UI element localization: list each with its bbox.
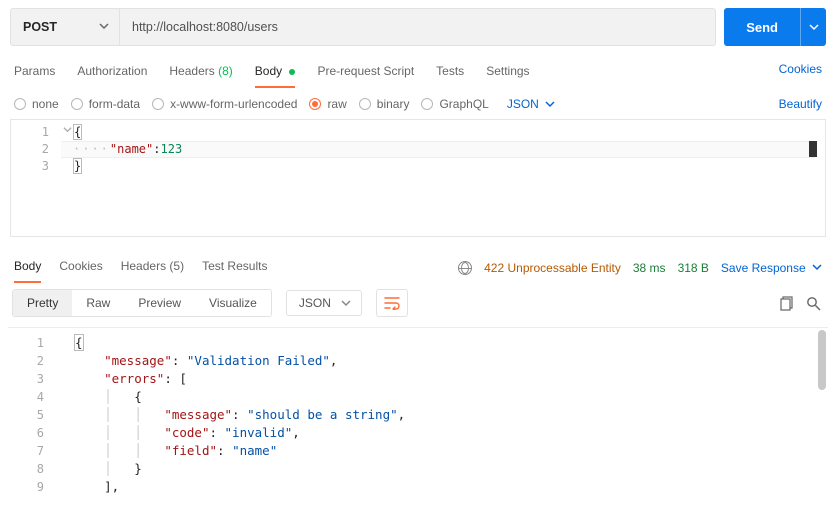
search-response-button[interactable] <box>802 292 824 314</box>
body-type-xwww-label: x-www-form-urlencoded <box>170 97 297 111</box>
view-mode-segment: Pretty Raw Preview Visualize <box>12 289 272 317</box>
code-brace: { <box>74 334 84 351</box>
send-button-label: Send <box>724 20 800 35</box>
response-language-select[interactable]: JSON <box>286 290 362 316</box>
body-type-graphql[interactable]: GraphQL <box>421 97 488 111</box>
resp-code[interactable]: { "message": "Validation Failed", "error… <box>58 328 828 496</box>
body-type-xwww[interactable]: x-www-form-urlencoded <box>152 97 297 111</box>
tab-body-label: Body <box>255 64 282 78</box>
beautify-link[interactable]: Beautify <box>779 97 822 111</box>
chevron-down-icon <box>341 298 351 308</box>
http-method-label: POST <box>23 20 57 34</box>
json-key: "name" <box>110 142 153 156</box>
resp-tab-headers[interactable]: Headers (5) <box>121 253 184 283</box>
body-type-formdata-label: form-data <box>89 97 140 111</box>
tab-settings[interactable]: Settings <box>486 58 529 88</box>
body-type-graphql-label: GraphQL <box>439 97 488 111</box>
chevron-down-icon <box>812 262 822 272</box>
copy-response-button[interactable] <box>776 292 798 314</box>
tab-params[interactable]: Params <box>14 58 55 88</box>
json-string: "Validation Failed" <box>187 353 330 368</box>
chevron-down-icon <box>545 99 555 109</box>
resp-tab-testresults[interactable]: Test Results <box>202 253 267 283</box>
save-response-label: Save Response <box>721 261 806 275</box>
tab-prerequest[interactable]: Pre-request Script <box>317 58 414 88</box>
json-key: "errors" <box>104 371 164 386</box>
code-brace: { <box>73 124 82 140</box>
json-string: "should be a string" <box>247 407 398 422</box>
save-response[interactable]: Save Response <box>721 261 822 275</box>
response-body-editor[interactable]: 1 2 3 4 5 6 7 8 9 { "message": "Validati… <box>8 327 828 497</box>
response-status: 422 Unprocessable Entity <box>484 261 621 275</box>
editor-gutter: 1 2 3 <box>11 120 61 236</box>
json-colon: : <box>153 142 160 156</box>
chevron-down-icon <box>99 21 109 34</box>
view-pretty[interactable]: Pretty <box>13 290 72 316</box>
body-type-none-label: none <box>32 97 59 111</box>
http-method-select[interactable]: POST <box>10 8 120 46</box>
send-button[interactable]: Send <box>724 8 826 46</box>
raw-language-label: JSON <box>507 97 539 111</box>
body-type-binary[interactable]: binary <box>359 97 410 111</box>
json-key: "field" <box>164 443 217 458</box>
body-type-formdata[interactable]: form-data <box>71 97 140 111</box>
view-visualize[interactable]: Visualize <box>195 290 271 316</box>
wrap-icon <box>384 296 400 310</box>
resp-tab-cookies[interactable]: Cookies <box>59 253 102 283</box>
json-key: "message" <box>104 353 172 368</box>
response-time: 38 ms <box>633 261 666 275</box>
tab-body[interactable]: Body <box>255 58 296 88</box>
tab-tests[interactable]: Tests <box>436 58 464 88</box>
tab-headers-count: (8) <box>218 64 233 78</box>
resp-tab-headers-count: (5) <box>169 259 184 273</box>
raw-language-select[interactable]: JSON <box>507 97 555 111</box>
resp-tab-body[interactable]: Body <box>14 253 41 283</box>
tab-authorization[interactable]: Authorization <box>77 58 147 88</box>
resp-gutter: 1 2 3 4 5 6 7 8 9 <box>8 328 58 497</box>
body-type-none[interactable]: none <box>14 97 59 111</box>
json-string: "invalid" <box>225 425 293 440</box>
tab-headers-label: Headers <box>169 64 214 78</box>
json-key: "message" <box>164 407 232 422</box>
response-size: 318 B <box>678 261 709 275</box>
request-url-input[interactable] <box>120 8 716 46</box>
json-key: "code" <box>164 425 209 440</box>
editor-code[interactable]: { ····"name":123 } <box>61 120 825 175</box>
view-preview[interactable]: Preview <box>124 290 195 316</box>
json-string: "name" <box>232 443 277 458</box>
cookies-link[interactable]: Cookies <box>779 62 822 84</box>
response-language-label: JSON <box>299 296 331 310</box>
body-type-binary-label: binary <box>377 97 410 111</box>
view-raw[interactable]: Raw <box>72 290 124 316</box>
send-dropdown[interactable] <box>800 8 826 46</box>
indent-guides: ···· <box>73 142 110 156</box>
globe-icon[interactable] <box>458 261 472 275</box>
body-type-raw-label: raw <box>327 97 346 111</box>
code-brace: } <box>73 158 82 174</box>
resp-tab-headers-label: Headers <box>121 259 166 273</box>
request-body-editor[interactable]: 1 2 3 { ····"name":123 } <box>10 119 826 237</box>
tab-headers[interactable]: Headers (8) <box>169 58 232 88</box>
json-number: 123 <box>161 142 183 156</box>
body-type-raw[interactable]: raw <box>309 97 346 111</box>
dot-icon <box>289 69 295 75</box>
wrap-lines-button[interactable] <box>376 289 408 317</box>
